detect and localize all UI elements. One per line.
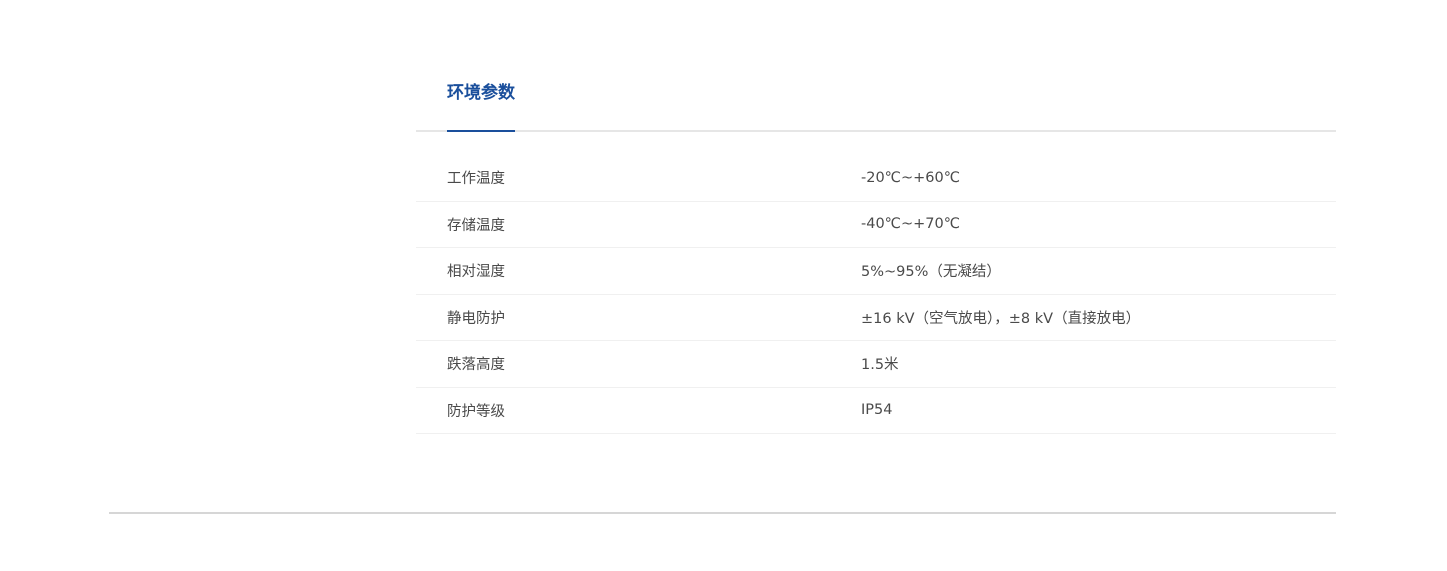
spec-row-drop-height: 跌落高度 1.5米 xyxy=(416,341,1336,388)
spec-row-storage-temperature: 存储温度 -40℃~+70℃ xyxy=(416,202,1336,248)
spec-label: 静电防护 xyxy=(447,310,505,327)
spec-value: IP54 xyxy=(861,402,893,419)
environment-parameters-section: 环境参数 工作温度 -20℃~+60℃ 存储温度 -40℃~+70℃ 相对湿度 … xyxy=(416,0,1336,434)
spec-value: -20℃~+60℃ xyxy=(861,169,961,186)
spec-value: 5%~95%（无凝结） xyxy=(861,264,1001,281)
spec-label: 防护等级 xyxy=(447,403,505,420)
spec-row-esd-protection: 静电防护 ±16 kV（空气放电），±8 kV（直接放电） xyxy=(416,295,1336,341)
page: 环境参数 工作温度 -20℃~+60℃ 存储温度 -40℃~+70℃ 相对湿度 … xyxy=(0,0,1447,571)
spec-value: -40℃~+70℃ xyxy=(861,216,961,233)
spec-row-operating-temperature: 工作温度 -20℃~+60℃ xyxy=(416,155,1336,202)
spec-row-relative-humidity: 相对湿度 5%~95%（无凝结） xyxy=(416,248,1336,295)
tab-environment-parameters[interactable]: 环境参数 xyxy=(447,78,515,132)
tab-bar: 环境参数 xyxy=(416,0,1336,132)
spec-label: 相对湿度 xyxy=(447,264,505,281)
spec-label: 存储温度 xyxy=(447,217,505,234)
spec-value: 1.5米 xyxy=(861,357,899,374)
footer-divider xyxy=(109,512,1336,514)
spec-label: 工作温度 xyxy=(447,171,505,188)
spec-label: 跌落高度 xyxy=(447,357,505,374)
spec-value: ±16 kV（空气放电），±8 kV（直接放电） xyxy=(861,310,1141,327)
spec-table: 工作温度 -20℃~+60℃ 存储温度 -40℃~+70℃ 相对湿度 5%~95… xyxy=(416,155,1336,434)
spec-row-protection-rating: 防护等级 IP54 xyxy=(416,388,1336,434)
